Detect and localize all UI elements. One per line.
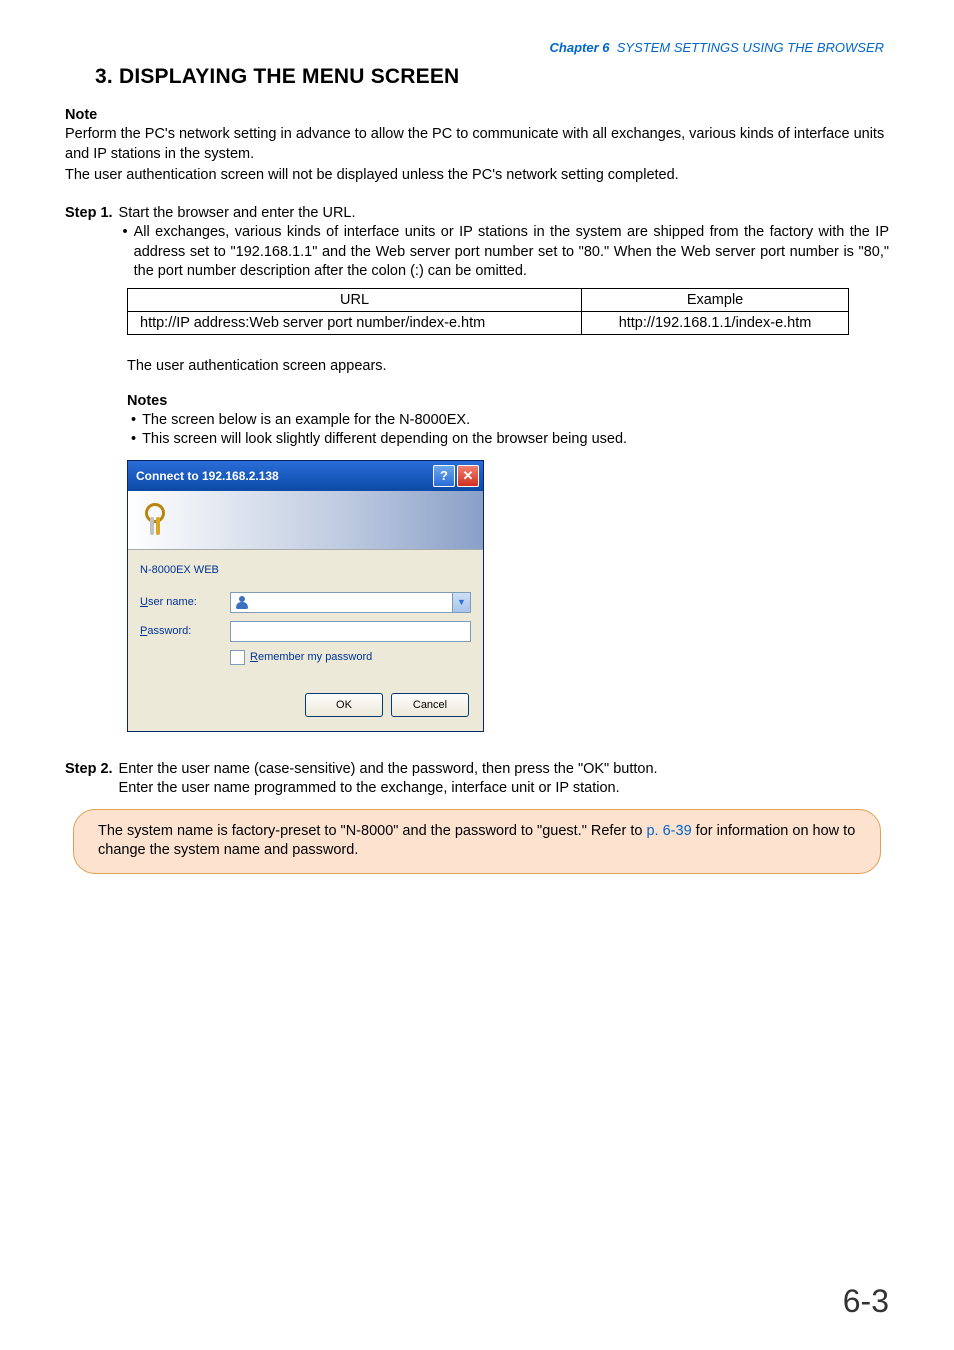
page-number: 6-3 [843, 1283, 889, 1320]
auth-dialog: Connect to 192.168.2.138 ? ✕ N-8000EX WE… [127, 460, 484, 732]
help-icon[interactable]: ? [433, 465, 455, 487]
cancel-button[interactable]: Cancel [391, 693, 469, 717]
notes-bullet-2: This screen will look slightly different… [142, 430, 889, 450]
auth-appears-text: The user authentication screen appears. [127, 357, 889, 377]
bullet-dot-icon: • [131, 411, 142, 431]
bullet-dot-icon: • [131, 430, 142, 450]
notes-heading: Notes [127, 393, 889, 409]
step-1-lead: Start the browser and enter the URL. [119, 204, 889, 224]
dialog-realm: N-8000EX WEB [140, 564, 471, 576]
chevron-down-icon[interactable]: ▼ [452, 593, 470, 612]
step-2-line-2: Enter the user name programmed to the ex… [119, 779, 889, 799]
running-header: Chapter 6 SYSTEM SETTINGS USING THE BROW… [65, 40, 884, 55]
step-1-label: Step 1. [65, 204, 119, 282]
url-table-cell-example: http://192.168.1.1/index-e.htm [582, 311, 849, 334]
note-body-1: Perform the PC's network setting in adva… [65, 125, 889, 164]
password-input[interactable] [230, 621, 471, 642]
dialog-header-strip [128, 491, 483, 550]
remember-password-checkbox[interactable] [230, 650, 245, 665]
ok-button[interactable]: OK [305, 693, 383, 717]
step-2-label: Step 2. [65, 760, 119, 799]
url-table-header-url: URL [128, 288, 582, 311]
password-label: Password: [140, 625, 230, 637]
step-1-bullet: All exchanges, various kinds of interfac… [134, 223, 889, 282]
url-table-header-example: Example [582, 288, 849, 311]
url-table: URL Example http://IP address:Web server… [127, 288, 849, 335]
notes-bullet-1: The screen below is an example for the N… [142, 411, 889, 431]
callout-text-a: The system name is factory-preset to "N-… [98, 823, 646, 839]
page-reference-link[interactable]: p. 6-39 [646, 823, 691, 839]
section-title: 3. DISPLAYING THE MENU SCREEN [95, 65, 889, 89]
note-heading: Note [65, 107, 889, 123]
callout-box: The system name is factory-preset to "N-… [73, 809, 881, 874]
person-icon [235, 595, 249, 609]
close-icon[interactable]: ✕ [457, 465, 479, 487]
username-input[interactable] [230, 592, 471, 613]
keys-icon [138, 500, 178, 540]
dialog-titlebar: Connect to 192.168.2.138 ? ✕ [128, 461, 483, 491]
url-table-cell-url: http://IP address:Web server port number… [128, 311, 582, 334]
chapter-label: Chapter 6 [550, 40, 610, 55]
step-1: Step 1. Start the browser and enter the … [65, 204, 889, 282]
step-2: Step 2. Enter the user name (case-sensit… [65, 760, 889, 799]
chapter-title: SYSTEM SETTINGS USING THE BROWSER [617, 40, 884, 55]
bullet-dot-icon: • [123, 223, 134, 282]
step-2-line-1: Enter the user name (case-sensitive) and… [119, 760, 889, 780]
remember-password-label: Remember my password [250, 651, 372, 663]
dialog-title: Connect to 192.168.2.138 [136, 469, 431, 483]
note-body-2: The user authentication screen will not … [65, 166, 889, 186]
username-label: User name: [140, 596, 230, 608]
